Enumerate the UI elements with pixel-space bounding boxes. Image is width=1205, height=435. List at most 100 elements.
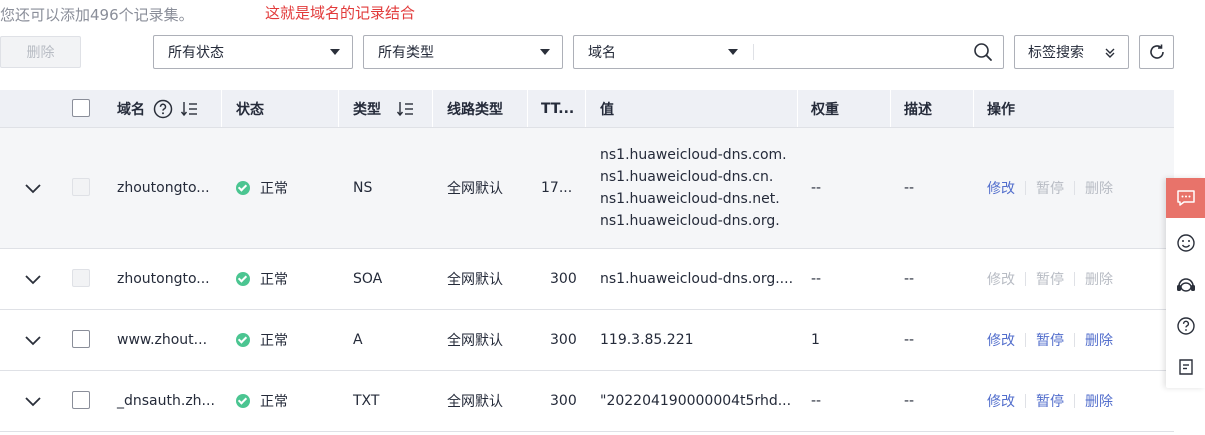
record-type: NS [353,180,373,196]
record-value-line: "202204190000004t5rhd... [600,393,792,409]
select-all-checkbox[interactable] [72,99,90,117]
annotation-note: 这就是域名的记录结合 [265,4,416,22]
sort-icon[interactable] [181,101,199,117]
caret-down-icon [728,49,738,55]
record-type: A [353,332,363,348]
check-circle-icon [236,333,250,347]
caret-down-icon [540,49,550,55]
search-field-select[interactable]: 域名 [574,36,752,68]
status-filter-select[interactable]: 所有状态 [153,35,353,69]
record-operations: 修改 暂停 删除 [987,128,1113,248]
record-line-type: 全网默认 [447,272,503,288]
smile-icon [1176,234,1195,252]
batch-delete-button[interactable]: 删除 [0,36,81,68]
refresh-icon [1149,44,1164,59]
satisfaction-button[interactable] [1166,223,1205,263]
header-value: 值 [600,101,614,118]
op-divider [1074,394,1075,408]
refresh-button[interactable] [1139,35,1174,69]
record-ttl: 300 [550,393,577,409]
table-header: 域名 状态 类型 线路类型 TT... 值 权重 描述 操作 [0,90,1174,128]
record-operations: 修改 暂停 删除 [987,371,1113,431]
record-value-line: ns1.huaweicloud-dns.com. [600,147,787,163]
table-row: zhoutongto... 正常 SOA 全网默认 300 ns1.huawei… [0,249,1174,310]
op-divider [1025,333,1026,347]
support-button[interactable] [1166,265,1205,305]
record-status: 正常 [236,128,288,248]
record-value: "202204190000004t5rhd... [600,371,791,431]
row-checkbox[interactable] [72,330,90,348]
pause-link[interactable]: 暂停 [1036,178,1064,198]
sort-icon[interactable] [397,101,415,117]
search-icon[interactable] [973,42,993,62]
tag-search-label: 标签搜索 [1028,45,1084,61]
delete-link[interactable]: 删除 [1085,330,1113,350]
chevron-down-icon[interactable] [24,331,42,349]
edit-link[interactable]: 修改 [987,178,1015,198]
record-ttl: 300 [550,332,577,348]
record-description: -- [904,180,915,196]
record-status: 正常 [236,310,288,370]
header-status: 状态 [236,101,264,118]
column-divider [221,90,222,127]
record-weight: -- [811,180,822,196]
record-description: -- [904,271,915,287]
chevron-down-icon[interactable] [24,392,42,410]
op-divider [1025,181,1026,195]
record-line-type: 全网默认 [447,394,503,410]
record-value-line: ns1.huaweicloud-dns.cn. [600,169,774,185]
record-type: TXT [353,393,380,409]
record-status-label: 正常 [260,333,288,349]
record-type: SOA [353,271,383,287]
header-ttl: TT... [541,100,575,117]
status-filter-value: 所有状态 [168,45,224,61]
record-value-line: ns1.huaweicloud-dns.net. [600,191,780,207]
search-input[interactable] [758,39,962,67]
column-divider [338,90,339,127]
record-quota-note: 您还可以添加496个记录集。 [0,6,194,24]
check-circle-icon [236,394,250,408]
chevron-down-icon[interactable] [24,270,42,288]
record-value-line: 119.3.85.221 [600,332,694,348]
delete-link[interactable]: 删除 [1085,391,1113,411]
pause-link[interactable]: 暂停 [1036,330,1064,350]
check-circle-icon [236,181,250,195]
record-status-label: 正常 [260,394,288,410]
edit-link[interactable]: 修改 [987,269,1015,289]
row-checkbox[interactable] [72,178,90,196]
row-checkbox[interactable] [72,269,90,287]
edit-link[interactable]: 修改 [987,330,1015,350]
delete-link[interactable]: 删除 [1085,178,1113,198]
tag-search-button[interactable]: 标签搜索 [1014,35,1129,69]
header-domain: 域名 [117,90,199,127]
header-type: 类型 [353,90,415,127]
edit-link[interactable]: 修改 [987,391,1015,411]
header-operations: 操作 [987,101,1015,118]
chat-button[interactable] [1166,178,1205,218]
record-status-label: 正常 [260,272,288,288]
row-checkbox[interactable] [72,391,90,409]
delete-link[interactable]: 删除 [1085,269,1113,289]
record-domain: zhoutongto... [117,271,210,287]
record-value: 119.3.85.221 [600,310,694,370]
help-icon[interactable] [153,99,173,119]
record-ttl: 300 [550,271,577,287]
help-button[interactable] [1166,306,1205,346]
search-divider [753,44,754,60]
record-value-line: ns1.huaweicloud-dns.org.... [600,271,794,287]
table-row: zhoutongto... 正常 NS 全网默认 17... ns1.huawe… [0,128,1174,249]
pause-link[interactable]: 暂停 [1036,391,1064,411]
help-icon [1176,317,1195,335]
feedback-button[interactable] [1166,347,1205,387]
record-value: ns1.huaweicloud-dns.com. ns1.huaweicloud… [600,128,787,248]
record-status-label: 正常 [260,181,288,197]
chevron-down-icon[interactable] [24,179,42,197]
pause-link[interactable]: 暂停 [1036,269,1064,289]
search-field-value: 域名 [588,45,616,61]
type-filter-select[interactable]: 所有类型 [363,35,563,69]
record-status: 正常 [236,249,288,309]
column-divider [890,90,891,127]
floating-help-panel [1166,178,1205,388]
record-value: ns1.huaweicloud-dns.org.... [600,249,793,309]
op-divider [1025,272,1026,286]
